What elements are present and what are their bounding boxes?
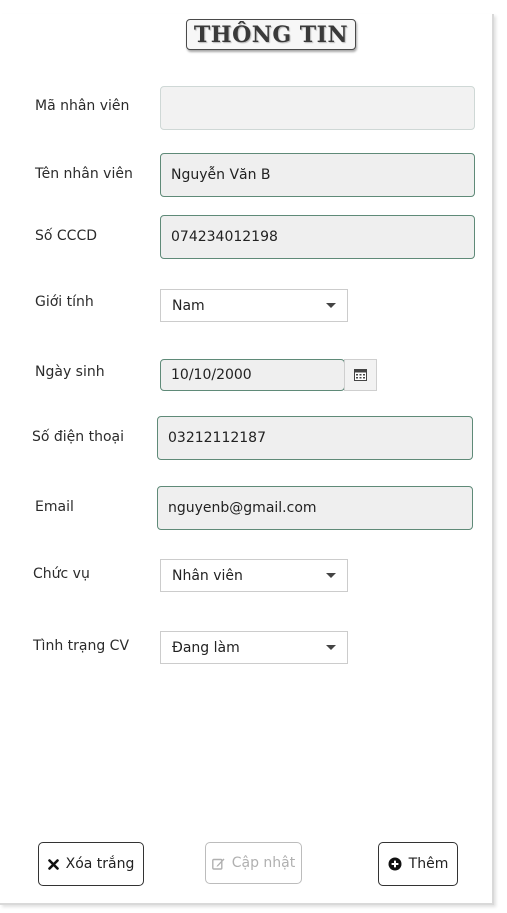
work-status-label: Tình trạng CV — [33, 638, 130, 654]
employee-id-input[interactable] — [160, 86, 475, 130]
work-status-select-value: Đang làm — [172, 639, 240, 656]
work-status-select[interactable]: Đang làm — [160, 631, 348, 664]
employee-name-label: Tên nhân viên — [35, 166, 133, 182]
birth-date-label: Ngày sinh — [35, 364, 105, 380]
panel-title: THÔNG TIN — [193, 21, 349, 48]
phone-input[interactable]: 03212112187 — [157, 416, 473, 460]
citizen-id-label: Số CCCD — [35, 228, 98, 244]
update-button-label: Cập nhật — [231, 855, 296, 871]
position-select-value: Nhân viên — [172, 567, 243, 584]
gender-select[interactable]: Nam — [160, 289, 348, 322]
citizen-id-input[interactable]: 074234012198 — [160, 215, 475, 259]
email-input[interactable]: nguyenb@gmail.com — [157, 486, 473, 530]
clear-button[interactable]: Xóa trắng — [38, 842, 144, 886]
birth-date-input[interactable]: 10/10/2000 — [160, 359, 345, 391]
add-button-label: Thêm — [408, 856, 449, 872]
edit-icon — [211, 857, 225, 870]
chevron-down-icon — [326, 303, 336, 308]
phone-label: Số điện thoại — [32, 429, 125, 445]
clear-button-label: Xóa trắng — [65, 856, 135, 872]
position-label: Chức vụ — [33, 566, 90, 582]
gender-select-value: Nam — [172, 297, 205, 314]
close-icon — [47, 858, 59, 870]
employee-id-label: Mã nhân viên — [35, 98, 130, 114]
gender-label: Giới tính — [35, 294, 94, 310]
position-select[interactable]: Nhân viên — [160, 559, 348, 592]
employee-name-input[interactable]: Nguyễn Văn B — [160, 153, 475, 197]
chevron-down-icon — [326, 645, 336, 650]
chevron-down-icon — [326, 573, 336, 578]
calendar-icon — [354, 369, 367, 381]
add-button[interactable]: Thêm — [378, 842, 458, 886]
panel-title-box: THÔNG TIN — [186, 19, 356, 50]
email-label: Email — [35, 499, 74, 515]
plus-circle-icon — [388, 857, 402, 871]
calendar-button[interactable] — [344, 359, 377, 391]
update-button[interactable]: Cập nhật — [205, 842, 302, 884]
